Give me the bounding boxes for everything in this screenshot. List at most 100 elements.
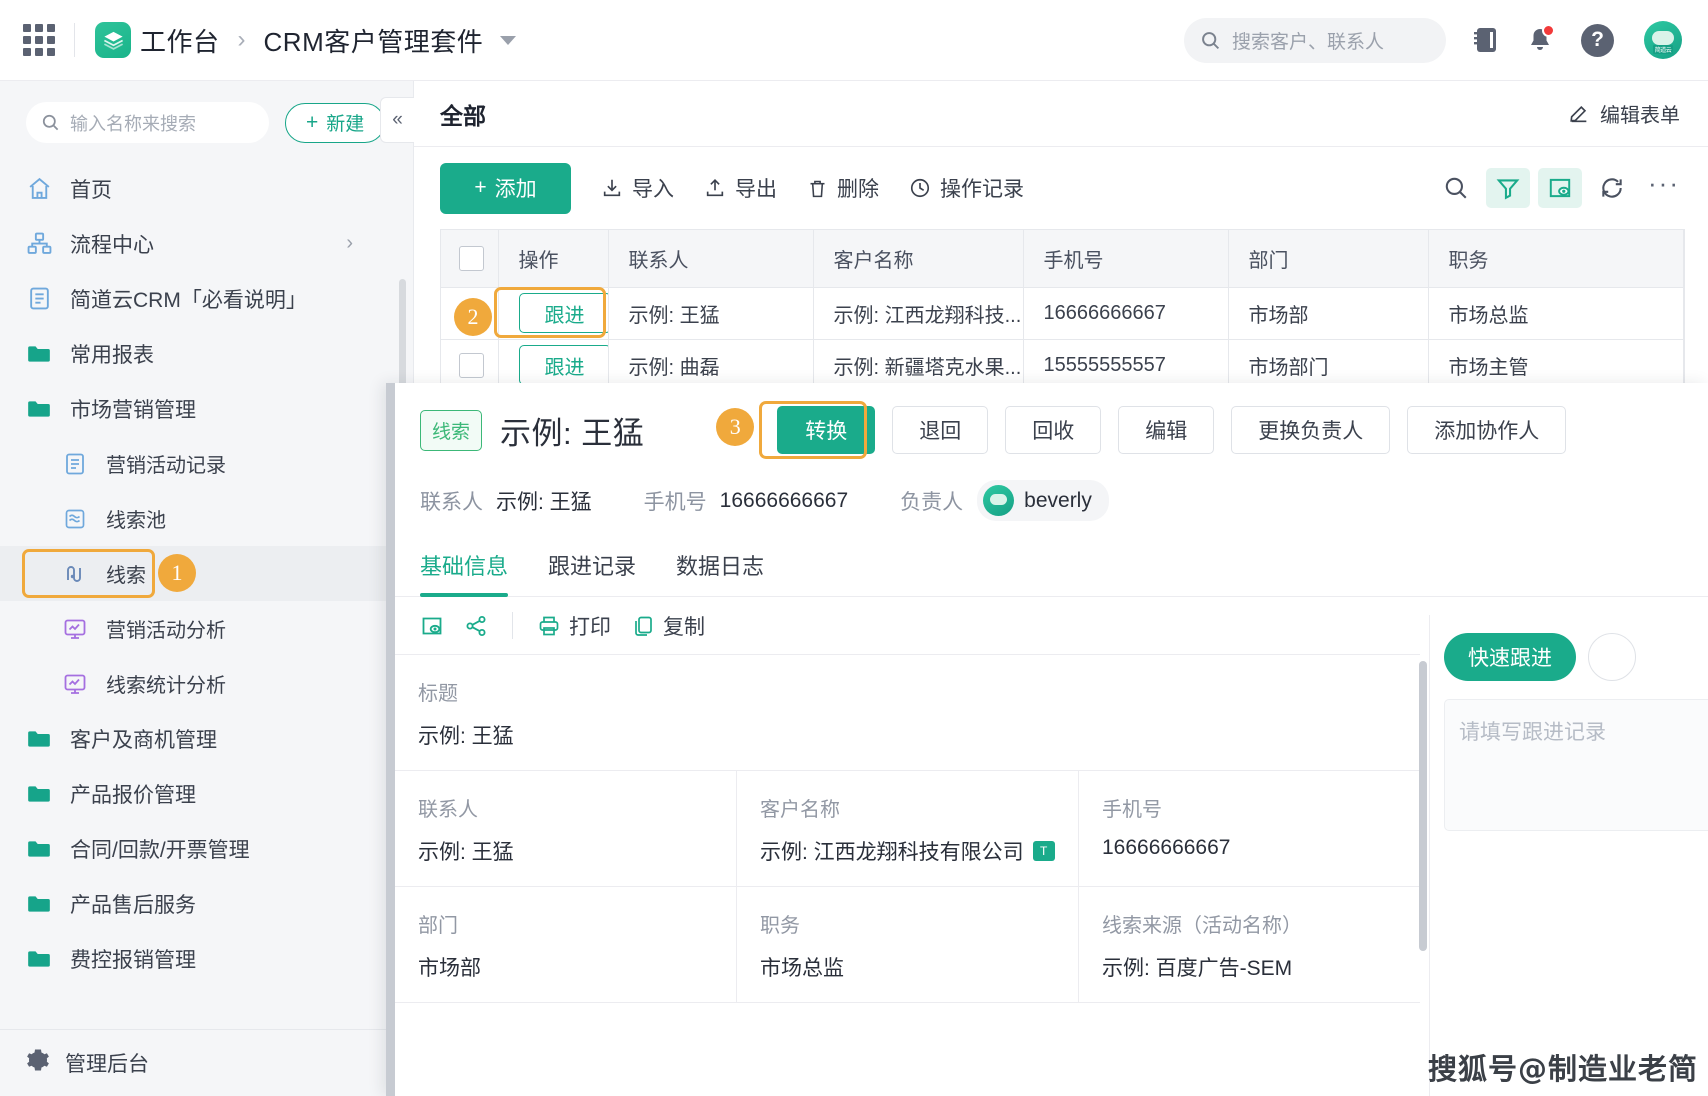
- return-button[interactable]: 退回: [892, 406, 989, 454]
- sidebar-item-campaign-analysis[interactable]: 营销活动分析: [0, 601, 413, 656]
- visible-fields-icon[interactable]: [1538, 168, 1582, 208]
- field-value: 市场部: [418, 957, 481, 980]
- follow-button[interactable]: 跟进: [518, 345, 607, 385]
- field-label: 部门: [418, 915, 458, 937]
- meta-contact-value: 示例: 王猛: [496, 490, 592, 514]
- quick-follow-row: 快速跟进: [1430, 615, 1708, 681]
- tab-basic-info[interactable]: 基础信息: [420, 549, 509, 597]
- select-all-checkbox[interactable]: [459, 245, 484, 271]
- pool-icon: [62, 506, 88, 532]
- detail-title: 示例: 王猛: [500, 415, 645, 451]
- step-badge-1: 1: [158, 554, 196, 592]
- recycle-button[interactable]: 回收: [1005, 406, 1102, 454]
- sidebar-item-admin-console[interactable]: 管理后台: [0, 1029, 413, 1096]
- notebook-icon[interactable]: [1473, 26, 1499, 54]
- more-follow-options-button[interactable]: [1588, 633, 1636, 681]
- edit-button[interactable]: 编辑: [1118, 406, 1215, 454]
- table-row[interactable]: 跟进 示例: 王猛 示例: 江西龙翔科技... 16666666667 市场部 …: [441, 287, 1684, 340]
- delete-button[interactable]: 删除: [807, 173, 879, 203]
- meta-phone-value: 16666666667: [719, 488, 849, 512]
- plus-icon: +: [474, 176, 487, 199]
- field-lead-source: 线索来源（活动名称） 示例: 百度广告-SEM: [1079, 887, 1420, 1002]
- follow-up-pane: 快速跟进 请填写跟进记录: [1429, 615, 1708, 1096]
- new-button[interactable]: + 新建: [285, 102, 386, 143]
- user-avatar[interactable]: 简道云: [1644, 21, 1682, 59]
- header-divider: [74, 23, 75, 57]
- column-phone: 手机号: [1023, 230, 1229, 288]
- folder-icon: [26, 341, 52, 367]
- notification-bell-icon[interactable]: [1526, 23, 1555, 55]
- tab-follow-records[interactable]: 跟进记录: [548, 549, 636, 596]
- more-options-icon[interactable]: ···: [1642, 168, 1686, 208]
- sidebar-item-label: 合同/回款/开票管理: [70, 838, 250, 862]
- sidebar-item-label: 常用报表: [70, 343, 154, 367]
- column-position: 职务: [1428, 230, 1684, 288]
- sidebar-item-lead-pool[interactable]: 线索池: [0, 491, 413, 546]
- sidebar-item-customer-opportunity[interactable]: 客户及商机管理: [0, 711, 413, 766]
- meta-owner-label: 负责人: [900, 490, 964, 514]
- app-root: 工作台 › CRM客户管理套件 搜索客户、联系人 ? 简道云 输入名称来搜索 +…: [0, 0, 1708, 1096]
- add-button[interactable]: + 添加: [440, 162, 571, 214]
- convert-button[interactable]: 转换: [777, 406, 876, 454]
- admin-console-label: 管理后台: [65, 1053, 149, 1076]
- header-right-group: 搜索客户、联系人 ? 简道云: [1184, 17, 1708, 63]
- filter-icon[interactable]: [1486, 168, 1530, 208]
- sidebar-item-marketing-management[interactable]: 市场营销管理: [0, 381, 413, 436]
- sidebar-item-lead-statistics[interactable]: 线索统计分析: [0, 656, 413, 711]
- sidebar-search-input[interactable]: 输入名称来搜索: [26, 102, 269, 143]
- follow-button[interactable]: 跟进: [518, 293, 607, 333]
- operation-log-label: 操作记录: [940, 178, 1024, 201]
- form-scrollbar[interactable]: [1419, 661, 1427, 951]
- sidebar-item-after-sales[interactable]: 产品售后服务: [0, 876, 413, 931]
- detail-action-buttons: 3 转换 退回 回收 编辑 更换负责人 添加协作人: [716, 401, 1567, 459]
- add-collaborator-button[interactable]: 添加协作人: [1407, 406, 1567, 454]
- sidebar-item-campaign-records[interactable]: 营销活动记录: [0, 436, 413, 491]
- add-button-label: 添加: [494, 178, 537, 201]
- tab-data-log[interactable]: 数据日志: [676, 549, 764, 596]
- chart-icon: [62, 671, 88, 697]
- lead-detail-panel: 线索 示例: 王猛 3 转换 退回 回收 编辑 更换负责人 添加协作人 联系人 …: [386, 383, 1708, 1096]
- sidebar-item-expense-management[interactable]: 费控报销管理: [0, 931, 413, 986]
- sidebar-item-home[interactable]: 首页: [0, 161, 413, 216]
- sidebar-item-flow-center[interactable]: 流程中心 ›: [0, 216, 413, 271]
- help-icon[interactable]: ?: [1581, 23, 1614, 57]
- export-button[interactable]: 导出: [704, 173, 777, 203]
- view-header: 全部 编辑表单: [414, 81, 1708, 147]
- sidebar-item-product-quote[interactable]: 产品报价管理: [0, 766, 413, 821]
- operation-log-button[interactable]: 操作记录: [909, 173, 1024, 203]
- share-icon[interactable]: [464, 614, 488, 638]
- import-button[interactable]: 导入: [601, 173, 674, 203]
- sidebar-item-crm-readme[interactable]: 简道云CRM「必看说明」: [0, 271, 413, 326]
- sidebar-item-leads[interactable]: 线索 1: [0, 546, 413, 601]
- related-record-icon[interactable]: T: [1032, 841, 1055, 861]
- sidebar-item-label: 营销活动记录: [106, 455, 226, 477]
- print-button[interactable]: 打印: [537, 611, 611, 641]
- folder-icon: [26, 836, 52, 862]
- detail-left-scrollbar[interactable]: [386, 383, 395, 1096]
- breadcrumb-workbench[interactable]: 工作台: [140, 22, 220, 59]
- owner-name: beverly: [1024, 488, 1092, 512]
- sidebar-item-label: 费控报销管理: [70, 948, 196, 972]
- apps-grid-icon[interactable]: [22, 23, 56, 57]
- change-owner-button[interactable]: 更换负责人: [1231, 406, 1391, 454]
- table-toolbar: + 添加 导入 导出 删除 操作记录 ···: [414, 147, 1708, 229]
- owner-avatar: [983, 485, 1015, 516]
- edit-form-button[interactable]: 编辑表单: [1568, 99, 1680, 128]
- owner-chip[interactable]: beverly: [977, 480, 1109, 521]
- global-search-input[interactable]: 搜索客户、联系人: [1184, 17, 1446, 63]
- sidebar-item-contract-payment-invoice[interactable]: 合同/回款/开票管理: [0, 821, 413, 876]
- breadcrumb-current[interactable]: CRM客户管理套件: [264, 22, 484, 59]
- follow-note-input[interactable]: 请填写跟进记录: [1444, 699, 1708, 831]
- detail-form: 标题 示例: 王猛 联系人 示例: 王猛 客户名称 示例: 江西龙翔科技有限公司…: [395, 655, 1427, 1003]
- sidebar-item-common-reports[interactable]: 常用报表: [0, 326, 413, 381]
- row-checkbox[interactable]: [459, 352, 484, 378]
- copy-button[interactable]: 复制: [631, 611, 705, 641]
- form-row: 部门 市场部 职务 市场总监 线索来源（活动名称） 示例: 百度广告-SEM: [395, 887, 1420, 1003]
- search-icon[interactable]: [1434, 168, 1478, 208]
- field-value: 示例: 王猛: [418, 725, 514, 748]
- quick-follow-button[interactable]: 快速跟进: [1444, 633, 1576, 681]
- preview-icon[interactable]: [420, 614, 444, 638]
- chevron-down-icon[interactable]: [500, 35, 517, 45]
- refresh-icon[interactable]: [1590, 168, 1634, 208]
- collapse-sidebar-button[interactable]: «: [380, 97, 414, 143]
